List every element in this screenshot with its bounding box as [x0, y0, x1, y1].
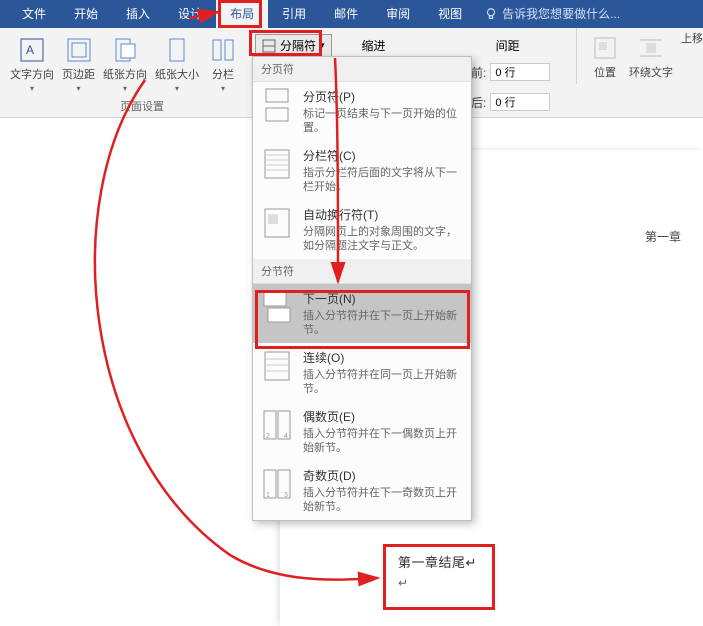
- breaks-icon: [262, 39, 276, 53]
- odd-page-icon: 13: [261, 467, 293, 501]
- even-page-icon: 24: [261, 408, 293, 442]
- columns-button[interactable]: 分栏 ▾: [203, 30, 243, 97]
- spacing-before-label: 前:: [471, 64, 486, 81]
- menu-view[interactable]: 视图: [424, 0, 476, 28]
- menu-insert[interactable]: 插入: [112, 0, 164, 28]
- dropdown-header-page-breaks: 分页符: [253, 57, 471, 82]
- size-button[interactable]: 纸张大小 ▾: [151, 30, 203, 97]
- spacing-before-input[interactable]: [490, 63, 550, 81]
- paragraph-mark-icon: ↵: [466, 555, 477, 570]
- menu-review[interactable]: 审阅: [372, 0, 424, 28]
- chevron-down-icon: ▾: [123, 84, 127, 93]
- wrap-text-icon: [635, 32, 667, 64]
- columns-icon: [207, 34, 239, 66]
- position-button: 位置: [585, 28, 625, 84]
- lightbulb-icon: [484, 7, 498, 21]
- spacing-after-label: 后:: [471, 94, 486, 111]
- svg-text:A: A: [26, 43, 34, 57]
- bring-forward-button: 上移: [677, 28, 703, 84]
- svg-text:3: 3: [284, 492, 288, 499]
- continuous-icon: [261, 349, 293, 383]
- wrap-text-button: 环绕文字: [625, 28, 677, 84]
- chevron-down-icon: ▾: [30, 84, 34, 93]
- next-page-icon: [261, 290, 293, 324]
- svg-text:2: 2: [266, 433, 270, 440]
- spacing-label: 间距: [496, 37, 520, 54]
- break-odd-page[interactable]: 13 奇数页(D) 插入分节符并在下一奇数页上开始新节。: [253, 461, 471, 520]
- indent-label: 缩进: [362, 37, 386, 54]
- menu-file[interactable]: 文件: [8, 0, 60, 28]
- text-wrap-break-icon: [261, 206, 293, 240]
- page-break-icon: [261, 88, 293, 122]
- breaks-dropdown-menu: 分页符 分页符(P) 标记一页结束与下一页开始的位置。 分栏符(C) 指示分栏符…: [252, 56, 472, 521]
- group-label-page-setup: 页面设置: [120, 98, 164, 114]
- spacing-after-input[interactable]: [490, 93, 550, 111]
- dropdown-header-section-breaks: 分节符: [253, 259, 471, 284]
- chevron-down-icon: ▾: [175, 84, 179, 93]
- margins-button[interactable]: 页边距 ▾: [58, 30, 99, 97]
- menu-design[interactable]: 设计: [164, 0, 216, 28]
- svg-text:1: 1: [266, 492, 270, 499]
- breaks-dropdown-button[interactable]: 分隔符 ▾: [255, 34, 332, 57]
- tell-me-label: 告诉我您想要做什么...: [502, 0, 620, 28]
- break-text-wrapping[interactable]: 自动换行符(T) 分隔网页上的对象周围的文字，如分隔题注文字与正文。: [253, 200, 471, 259]
- menu-bar: 文件 开始 插入 设计 布局 引用 邮件 审阅 视图 告诉我您想要做什么...: [0, 0, 703, 28]
- break-page[interactable]: 分页符(P) 标记一页结束与下一页开始的位置。: [253, 82, 471, 141]
- tell-me-search[interactable]: 告诉我您想要做什么...: [476, 0, 628, 28]
- break-continuous[interactable]: 连续(O) 插入分节符并在同一页上开始新节。: [253, 343, 471, 402]
- text-direction-icon: A: [16, 34, 48, 66]
- break-even-page[interactable]: 24 偶数页(E) 插入分节符并在下一偶数页上开始新节。: [253, 402, 471, 461]
- margins-icon: [63, 34, 95, 66]
- orientation-button[interactable]: 纸张方向 ▾: [99, 30, 151, 97]
- column-break-icon: [261, 147, 293, 181]
- paragraph-mark-icon: ↵: [398, 576, 409, 590]
- chevron-down-icon: ▾: [221, 84, 225, 93]
- menu-mailings[interactable]: 邮件: [320, 0, 372, 28]
- chevron-down-icon: ▾: [76, 84, 80, 93]
- menu-references[interactable]: 引用: [268, 0, 320, 28]
- text-direction-button[interactable]: A 文字方向 ▾: [6, 30, 58, 97]
- document-body-text[interactable]: 第一章结尾↵ ↵: [390, 547, 489, 613]
- chevron-down-icon: ▾: [320, 40, 325, 51]
- break-next-page[interactable]: 下一页(N) 插入分节符并在下一页上开始新节。: [253, 284, 471, 343]
- menu-home[interactable]: 开始: [60, 0, 112, 28]
- position-icon: [589, 32, 621, 64]
- chapter-heading: 第一章: [645, 228, 681, 245]
- orientation-icon: [109, 34, 141, 66]
- menu-layout[interactable]: 布局: [216, 0, 268, 28]
- size-icon: [161, 34, 193, 66]
- svg-text:4: 4: [284, 433, 288, 440]
- break-column[interactable]: 分栏符(C) 指示分栏符后面的文字将从下一栏开始。: [253, 141, 471, 200]
